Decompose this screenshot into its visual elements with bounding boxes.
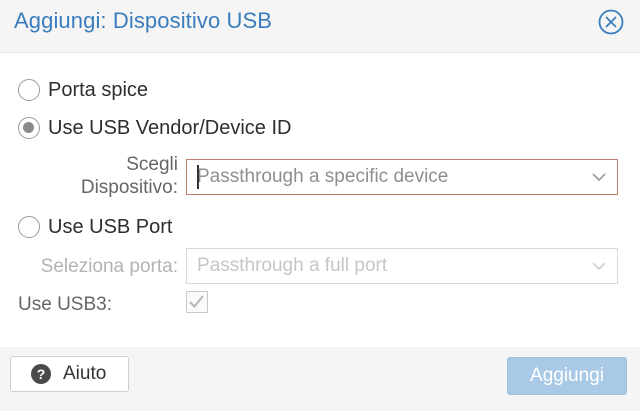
port-select[interactable] <box>186 248 618 284</box>
radio-label: Porta spice <box>48 78 149 101</box>
device-select-input[interactable] <box>197 160 577 193</box>
device-label-line1: Scegli <box>126 154 178 175</box>
radio-usb-port[interactable]: Use USB Port <box>18 214 172 240</box>
radio-usb-vendor-device-id[interactable]: Use USB Vendor/Device ID <box>18 115 291 141</box>
usb-device-dialog: Aggiungi: Dispositivo USB Porta spice Us… <box>0 0 640 411</box>
usb3-label: Use USB3: <box>18 294 112 315</box>
text-cursor <box>197 165 199 189</box>
close-circle-icon <box>598 9 624 35</box>
dialog-footer: ? Aiuto Aggiungi <box>0 347 640 411</box>
dialog-titlebar: Aggiungi: Dispositivo USB <box>0 0 640 44</box>
add-button[interactable]: Aggiungi <box>507 357 627 395</box>
radio-button[interactable] <box>18 216 40 238</box>
question-circle-icon: ? <box>31 364 51 384</box>
port-field-label: Seleziona porta: <box>40 256 178 277</box>
usb3-checkbox[interactable] <box>186 291 208 313</box>
radio-label: Use USB Vendor/Device ID <box>48 116 292 139</box>
port-select-input[interactable] <box>197 249 577 282</box>
dialog-body: Porta spice Use USB Vendor/Device ID Sce… <box>0 52 640 348</box>
dialog-title: Aggiungi: Dispositivo USB <box>14 8 273 33</box>
check-icon <box>189 295 204 308</box>
help-button-label: Aiuto <box>63 363 107 384</box>
radio-porta-spice[interactable]: Porta spice <box>18 77 148 103</box>
device-select[interactable] <box>186 159 618 195</box>
chevron-down-icon[interactable] <box>591 169 607 185</box>
radio-label: Use USB Port <box>48 215 173 238</box>
device-field-label: Scegli Dispositivo: <box>60 153 178 199</box>
device-label-line2: Dispositivo: <box>80 177 178 198</box>
close-button[interactable] <box>598 9 624 35</box>
chevron-down-icon[interactable] <box>591 258 607 274</box>
help-button[interactable]: ? Aiuto <box>10 356 129 392</box>
radio-button-selected[interactable] <box>18 117 40 139</box>
radio-button[interactable] <box>18 79 40 101</box>
